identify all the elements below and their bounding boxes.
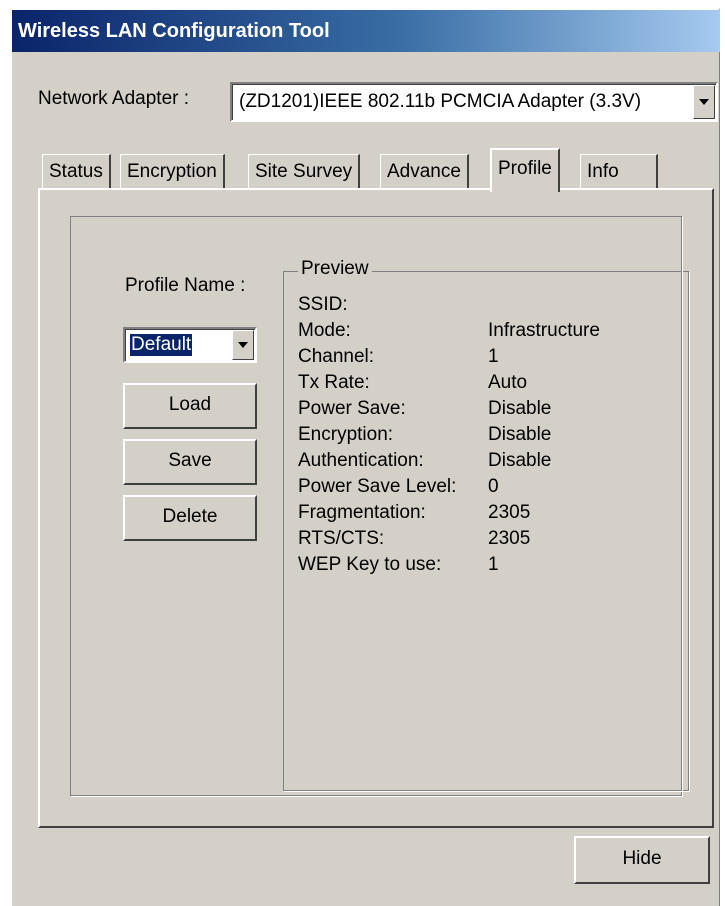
chevron-down-icon xyxy=(699,99,709,105)
tab-encryption[interactable]: Encryption xyxy=(120,154,225,190)
tab-label: Profile xyxy=(498,158,552,179)
preview-row: Encryption: Disable xyxy=(298,424,678,448)
delete-button[interactable]: Delete xyxy=(123,495,257,541)
preview-value: Disable xyxy=(488,398,552,419)
preview-row: Mode: Infrastructure xyxy=(298,320,678,344)
preview-row: Fragmentation: 2305 xyxy=(298,502,678,526)
network-adapter-dropdown-button[interactable] xyxy=(693,85,715,119)
preview-row: Power Save: Disable xyxy=(298,398,678,422)
preview-row: RTS/CTS: 2305 xyxy=(298,528,678,552)
preview-row: WEP Key to use: 1 xyxy=(298,554,678,578)
preview-key: Fragmentation: xyxy=(298,502,426,523)
preview-key: Power Save: xyxy=(298,398,406,419)
preview-value: 2305 xyxy=(488,528,531,549)
config-window: Wireless LAN Configuration Tool Network … xyxy=(10,8,720,906)
preview-key: SSID: xyxy=(298,294,348,315)
preview-key: Encryption: xyxy=(298,424,394,445)
preview-group: Preview SSID: Mode: Infrastructure Chann… xyxy=(283,258,690,792)
preview-value: Disable xyxy=(488,450,552,471)
preview-key: Tx Rate: xyxy=(298,372,370,393)
preview-value: Infrastructure xyxy=(488,320,600,341)
preview-row: Power Save Level: 0 xyxy=(298,476,678,500)
chevron-down-icon xyxy=(238,342,248,348)
save-button[interactable]: Save xyxy=(123,439,257,485)
preview-key: RTS/CTS: xyxy=(298,528,385,549)
preview-key: WEP Key to use: xyxy=(298,554,442,575)
profile-dropdown-button[interactable] xyxy=(232,330,254,360)
preview-value: Auto xyxy=(488,372,528,393)
profile-name-label: Profile Name : xyxy=(125,275,246,296)
preview-row: SSID: xyxy=(298,294,678,318)
load-button[interactable]: Load xyxy=(123,383,257,429)
tab-label: Status xyxy=(49,161,103,182)
hide-button[interactable]: Hide xyxy=(574,836,710,884)
tab-status[interactable]: Status xyxy=(42,154,111,190)
preview-title: Preview xyxy=(298,258,372,280)
preview-key: Authentication: xyxy=(298,450,424,471)
preview-value: 1 xyxy=(488,554,499,575)
tab-label: Info xyxy=(587,161,619,182)
title-bar: Wireless LAN Configuration Tool xyxy=(12,10,720,52)
network-adapter-label: Network Adapter : xyxy=(38,88,190,109)
preview-row: Authentication: Disable xyxy=(298,450,678,474)
preview-value: 2305 xyxy=(488,502,531,523)
tab-label: Advance xyxy=(387,161,461,182)
tab-label: Encryption xyxy=(127,161,217,182)
preview-key: Mode: xyxy=(298,320,351,341)
tab-advance[interactable]: Advance xyxy=(380,154,469,190)
network-adapter-value: (ZD1201)IEEE 802.11b PCMCIA Adapter (3.3… xyxy=(239,91,642,112)
profile-tab-panel: Profile Name : Default Load Save Delete … xyxy=(38,188,714,828)
tab-site-survey[interactable]: Site Survey xyxy=(248,154,361,190)
preview-value: 0 xyxy=(488,476,499,497)
tab-label: Site Survey xyxy=(255,161,353,182)
tab-profile[interactable]: Profile xyxy=(490,148,560,192)
profile-group-frame: Profile Name : Default Load Save Delete … xyxy=(70,216,690,797)
profile-name-select[interactable]: Default xyxy=(123,327,257,363)
preview-row: Channel: 1 xyxy=(298,346,678,370)
preview-row: Tx Rate: Auto xyxy=(298,372,678,396)
preview-key: Channel: xyxy=(298,346,375,367)
preview-key: Power Save Level: xyxy=(298,476,457,497)
profile-name-value: Default xyxy=(130,334,193,356)
tab-info[interactable]: Info xyxy=(580,154,658,190)
preview-value: 1 xyxy=(488,346,499,367)
preview-value: Disable xyxy=(488,424,552,445)
network-adapter-select[interactable]: (ZD1201)IEEE 802.11b PCMCIA Adapter (3.3… xyxy=(230,82,718,122)
